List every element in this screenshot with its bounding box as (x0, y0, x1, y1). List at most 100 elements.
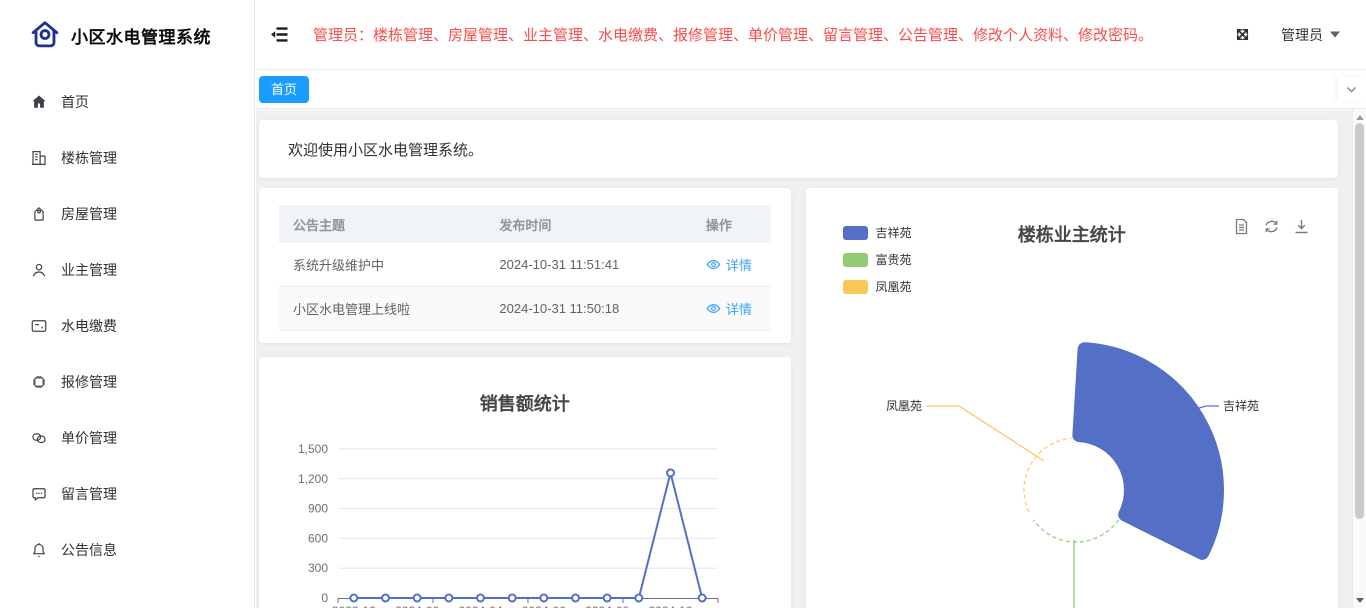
announcement-title: 小区水电管理上线啦 (279, 287, 485, 331)
detail-link-label: 详情 (726, 299, 752, 318)
tabs-dropdown-button[interactable] (1338, 77, 1364, 102)
page-scrollbar (1352, 109, 1366, 608)
sidebar-item-label: 房屋管理 (61, 204, 117, 224)
svg-text:900: 900 (308, 502, 328, 516)
legend-item-1[interactable]: 吉祥苑 (843, 224, 912, 241)
svg-text:2024-02: 2024-02 (395, 604, 439, 608)
svg-text:0: 0 (321, 591, 328, 605)
download-icon[interactable] (1293, 218, 1310, 235)
tabs-bar: 首页 (256, 70, 1366, 109)
svg-text:2024-04: 2024-04 (458, 604, 502, 608)
chart-legend: 吉祥苑富贵苑凤凰苑 (843, 224, 912, 295)
svg-text:2024-10: 2024-10 (648, 604, 692, 608)
svg-text:2024-06: 2024-06 (522, 604, 566, 608)
welcome-card: 欢迎使用小区水电管理系统。 (259, 120, 1338, 178)
sidebar-item-owner[interactable]: 业主管理 (0, 242, 254, 298)
sidebar-item-label: 水电缴费 (61, 316, 117, 336)
navbar-right: 管理员 (1233, 25, 1340, 45)
sidebar-item-label: 公告信息 (61, 540, 117, 560)
legend-swatch (843, 253, 868, 267)
sales-chart-title: 销售额统计 (259, 390, 791, 416)
legend-label: 富贵苑 (876, 251, 912, 268)
pie-label: 吉祥苑 (1223, 399, 1259, 413)
announcement-title: 系统升级维护中 (279, 243, 485, 287)
sidebar-item-label: 报修管理 (61, 372, 117, 392)
sidebar-item-label: 首页 (61, 92, 89, 112)
sidebar-item-label: 业主管理 (61, 260, 117, 280)
table-header-row: 公告主题 发布时间 操作 (279, 205, 771, 243)
detail-link-label: 详情 (726, 255, 752, 274)
home-logo-icon (28, 18, 62, 52)
app-logo-row: 小区水电管理系统 (0, 0, 254, 70)
legend-item-2[interactable]: 富贵苑 (843, 251, 912, 268)
sidebar-item-building[interactable]: 楼栋管理 (0, 130, 254, 186)
fullscreen-icon[interactable] (1233, 25, 1253, 45)
svg-text:2024-08: 2024-08 (585, 604, 629, 608)
main-area: 管理员：楼栋管理、房屋管理、业主管理、水电缴费、报修管理、单价管理、留言管理、公… (256, 0, 1366, 608)
welcome-text: 欢迎使用小区水电管理系统。 (288, 139, 483, 160)
legend-label: 吉祥苑 (876, 224, 912, 241)
svg-text:1,500: 1,500 (298, 442, 328, 456)
caret-down-icon (1330, 31, 1340, 38)
user-dropdown[interactable]: 管理员 (1281, 25, 1340, 45)
scrollbar-thumb[interactable] (1355, 123, 1364, 519)
top-navbar: 管理员：楼栋管理、房屋管理、业主管理、水电缴费、报修管理、单价管理、留言管理、公… (256, 0, 1366, 70)
sidebar-item-price[interactable]: 单价管理 (0, 410, 254, 466)
sidebar-item-label: 单价管理 (61, 428, 117, 448)
menu-fold-icon[interactable] (269, 24, 291, 46)
chevron-down-icon (1345, 83, 1358, 96)
sidebar: 小区水电管理系统 首页楼栋管理房屋管理业主管理水电缴费报修管理单价管理留言管理公… (0, 0, 255, 608)
sales-chart-card: 销售额统计 0 300 600 900 1,200 1,500 2023-12 2024-02… (259, 357, 791, 608)
sidebar-item-fee[interactable]: 水电缴费 (0, 298, 254, 354)
refresh-icon[interactable] (1263, 218, 1280, 235)
sidebar-item-repair[interactable]: 报修管理 (0, 354, 254, 410)
house-tag-icon (30, 205, 48, 223)
user-name: 管理员 (1281, 25, 1323, 45)
col-header-time: 发布时间 (485, 205, 691, 243)
sidebar-item-message[interactable]: 留言管理 (0, 466, 254, 522)
bell-icon (30, 541, 48, 559)
sidebar-menu: 首页楼栋管理房屋管理业主管理水电缴费报修管理单价管理留言管理公告信息 (0, 70, 254, 578)
content-area: 欢迎使用小区水电管理系统。 公告主题 发布时间 操作 (256, 110, 1366, 608)
svg-text:600: 600 (308, 531, 328, 545)
sidebar-item-label: 楼栋管理 (61, 148, 117, 168)
sidebar-item-notice[interactable]: 公告信息 (0, 522, 254, 578)
sidebar-item-home[interactable]: 首页 (0, 74, 254, 130)
scrollbar-down-arrow[interactable] (1356, 598, 1364, 603)
chat-icon (30, 485, 48, 503)
svg-text:2023-12: 2023-12 (332, 604, 376, 608)
announcement-time: 2024-10-31 11:51:41 (485, 243, 691, 287)
scrollbar-up-arrow[interactable] (1356, 115, 1364, 120)
svg-text:1,200: 1,200 (298, 472, 328, 486)
legend-label: 凤凰苑 (876, 278, 912, 295)
eye-icon (706, 302, 721, 315)
table-row: 小区水电管理上线啦 2024-10-31 11:50:18 详情 (279, 287, 771, 331)
legend-swatch (843, 280, 868, 294)
legend-swatch (843, 226, 868, 240)
col-header-op: 操作 (692, 205, 771, 243)
data-view-icon[interactable] (1233, 218, 1250, 235)
postcard-icon (30, 317, 48, 335)
col-header-topic: 公告主题 (279, 205, 485, 243)
price-link-icon (30, 429, 48, 447)
pie-label: 凤凰苑 (885, 399, 921, 413)
tab-home[interactable]: 首页 (259, 76, 309, 103)
announcement-time: 2024-10-31 11:50:18 (485, 287, 691, 331)
sidebar-item-house[interactable]: 房屋管理 (0, 186, 254, 242)
home-icon (30, 93, 48, 111)
building-icon (30, 149, 48, 167)
legend-item-3[interactable]: 凤凰苑 (843, 278, 912, 295)
announcements-card: 公告主题 发布时间 操作 系统升级维护中 2024-10-31 11:51:41 (259, 188, 791, 343)
detail-link[interactable]: 详情 (706, 299, 752, 318)
svg-text:300: 300 (308, 561, 328, 575)
detail-link[interactable]: 详情 (706, 255, 752, 274)
owners-chart-card: 楼栋业主统计 吉祥苑富贵苑凤凰苑 (806, 188, 1339, 608)
user-icon (30, 261, 48, 279)
table-row: 系统升级维护中 2024-10-31 11:51:41 详情 (279, 243, 771, 287)
app-title: 小区水电管理系统 (71, 23, 211, 48)
sidebar-item-label: 留言管理 (61, 484, 117, 504)
eye-icon (706, 258, 721, 271)
announcement-marquee: 管理员：楼栋管理、房屋管理、业主管理、水电缴费、报修管理、单价管理、留言管理、公… (313, 24, 1233, 45)
cpu-icon (30, 373, 48, 391)
chart-toolbox (1233, 218, 1310, 235)
